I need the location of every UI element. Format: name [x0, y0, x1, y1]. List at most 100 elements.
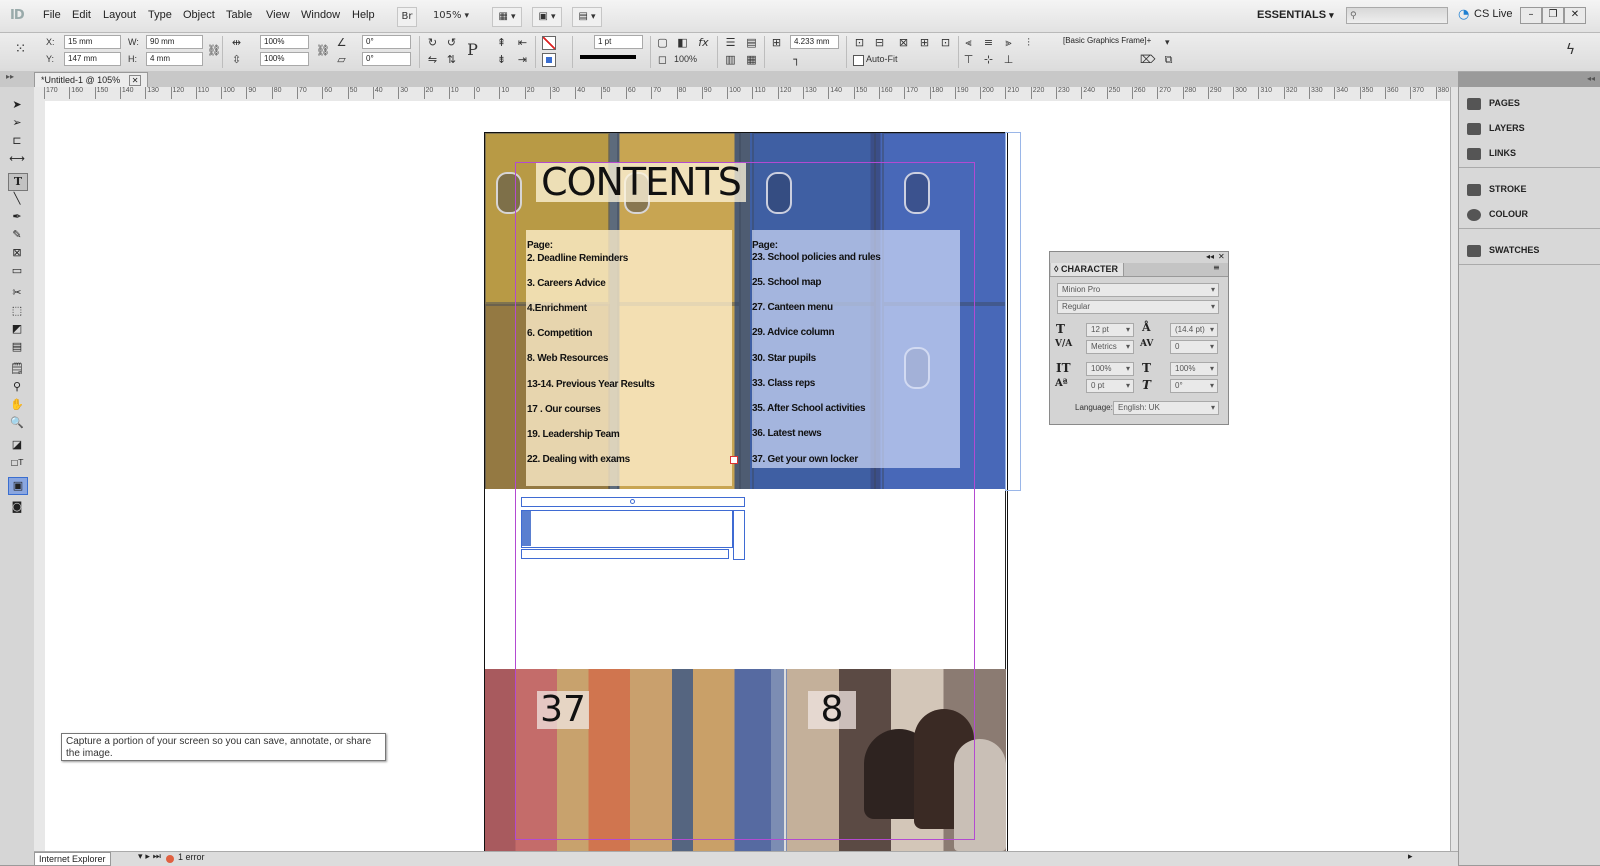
- document-tab[interactable]: *Untitled-1 @ 105% ✕: [34, 72, 149, 88]
- panel-collapse-icon[interactable]: ◂◂: [1206, 252, 1214, 261]
- distribute-icon[interactable]: ⫶: [1022, 36, 1035, 49]
- pencil-tool-icon[interactable]: ✎: [8, 227, 26, 243]
- gradient-feather-tool-icon[interactable]: ▤: [8, 339, 26, 355]
- rectangle-frame-tool-icon[interactable]: ⊠: [8, 245, 26, 261]
- scale-y-field[interactable]: 100%: [260, 52, 309, 66]
- taskbar-internet-explorer[interactable]: Internet Explorer: [34, 852, 111, 866]
- fill-swatch[interactable]: [542, 36, 556, 50]
- text-wrap-jump-icon[interactable]: ▦: [745, 53, 758, 66]
- direct-selection-tool-icon[interactable]: ➢: [8, 115, 26, 131]
- fill-frame-icon[interactable]: ⊠: [897, 36, 910, 49]
- restore-icon[interactable]: ❐: [1542, 7, 1564, 24]
- line-tool-icon[interactable]: ╲: [8, 191, 26, 207]
- align-right-icon[interactable]: ⫸: [1002, 36, 1015, 49]
- empty-text-frame[interactable]: [521, 549, 729, 559]
- close-tab-icon[interactable]: ✕: [128, 75, 142, 86]
- y-position-field[interactable]: 147 mm: [64, 52, 121, 66]
- scissors-tool-icon[interactable]: ✂: [8, 285, 26, 301]
- menu-view[interactable]: View: [266, 9, 290, 21]
- zoom-dropdown[interactable]: 105%: [430, 7, 472, 25]
- select-content-icon[interactable]: ⇟: [495, 53, 508, 66]
- shadow-options-icon[interactable]: ◧: [676, 36, 689, 49]
- swatches-panel-button[interactable]: SWATCHES: [1467, 240, 1593, 260]
- normal-view-icon[interactable]: ▣: [8, 477, 28, 495]
- page-tool-icon[interactable]: ⊏: [8, 133, 26, 149]
- select-next-icon[interactable]: ⇥: [516, 53, 529, 66]
- scroll-right-icon[interactable]: ▸: [1408, 852, 1413, 862]
- flip-vertical-icon[interactable]: ⇅: [445, 53, 458, 66]
- horizontal-scale-field[interactable]: 100%: [1170, 362, 1218, 376]
- center-content-icon[interactable]: ⊡: [939, 36, 952, 49]
- flip-horizontal-icon[interactable]: ⇋: [426, 53, 439, 66]
- menu-edit[interactable]: Edit: [72, 9, 91, 21]
- rotate-cw-icon[interactable]: ↻: [426, 36, 439, 49]
- effects-fx-icon[interactable]: fx: [697, 36, 710, 49]
- close-icon[interactable]: ✕: [1564, 7, 1586, 24]
- style-options-icon[interactable]: ⧉: [1162, 53, 1175, 66]
- constrain-scale-icon[interactable]: ⛓: [316, 44, 330, 57]
- align-left-icon[interactable]: ⫷: [962, 36, 975, 49]
- gap-tool-icon[interactable]: ⟷: [8, 151, 26, 167]
- fit-frame-content-icon[interactable]: ⊟: [873, 36, 886, 49]
- frame-anchor-handle[interactable]: [630, 499, 635, 504]
- language-dropdown[interactable]: English: UK: [1113, 401, 1219, 415]
- rotation-angle-field[interactable]: 0°: [362, 35, 411, 49]
- preview-mode-icon[interactable]: ◙: [8, 499, 26, 515]
- text-wrap-none-icon[interactable]: ☰: [724, 36, 737, 49]
- menu-window[interactable]: Window: [301, 9, 340, 21]
- reference-point-icon[interactable]: ⁙: [14, 42, 27, 56]
- panel-expand-icon[interactable]: ◂◂: [1587, 74, 1595, 83]
- colour-panel-button[interactable]: COLOUR: [1467, 204, 1593, 224]
- baseline-shift-field[interactable]: 0 pt: [1086, 379, 1134, 393]
- corner-options-icon[interactable]: ┐: [790, 53, 803, 66]
- menu-help[interactable]: Help: [352, 9, 375, 21]
- stroke-panel-button[interactable]: STROKE: [1467, 179, 1593, 199]
- kerning-field[interactable]: Metrics: [1086, 340, 1134, 354]
- stroke-swatch[interactable]: [542, 53, 556, 67]
- stroke-type-dropdown[interactable]: [580, 55, 636, 59]
- x-position-field[interactable]: 15 mm: [64, 35, 121, 49]
- scale-x-field[interactable]: 100%: [260, 35, 309, 49]
- text-wrap-shape-icon[interactable]: ▥: [724, 53, 737, 66]
- type-tool-icon[interactable]: T: [8, 173, 28, 191]
- overset-text-icon[interactable]: [730, 456, 738, 464]
- align-center-icon[interactable]: ≡: [982, 36, 995, 49]
- clear-overrides-icon[interactable]: ⌦: [1140, 53, 1156, 66]
- align-middle-icon[interactable]: ⊹: [982, 53, 995, 66]
- pen-tool-icon[interactable]: ✒: [8, 209, 26, 225]
- stroke-weight-field[interactable]: 1 pt: [594, 35, 643, 49]
- gutter-spacing-field[interactable]: 4.233 mm: [790, 35, 839, 49]
- drop-shadow-icon[interactable]: ▢: [656, 36, 669, 49]
- menu-object[interactable]: Object: [183, 9, 215, 21]
- constrain-proportions-icon[interactable]: ⛓: [207, 44, 221, 57]
- fit-proportionally-icon[interactable]: ⊞: [918, 36, 931, 49]
- select-container-icon[interactable]: ⇞: [495, 36, 508, 49]
- preflight-status[interactable]: 1 error: [178, 852, 205, 862]
- menu-table[interactable]: Table: [226, 9, 252, 21]
- character-tab[interactable]: ◊ CHARACTER: [1051, 263, 1124, 276]
- vertical-scale-field[interactable]: 100%: [1086, 362, 1134, 376]
- gradient-swatch-tool-icon[interactable]: ◩: [8, 321, 26, 337]
- links-panel-button[interactable]: LINKS: [1467, 143, 1593, 163]
- object-style-dropdown-arrow[interactable]: ▾: [1165, 37, 1170, 48]
- height-field[interactable]: 4 mm: [146, 52, 203, 66]
- arrange-documents-dropdown[interactable]: ▤: [572, 7, 602, 27]
- view-options-dropdown[interactable]: ▦: [492, 7, 522, 27]
- page-navigation-icon[interactable]: ▾ ▸ ⏭: [138, 852, 161, 862]
- formatting-affects-icon[interactable]: □T: [8, 455, 26, 471]
- align-bottom-icon[interactable]: ⊥: [1002, 53, 1015, 66]
- opacity-value[interactable]: 100%: [674, 54, 697, 64]
- skew-field[interactable]: 0°: [1170, 379, 1218, 393]
- empty-text-frame[interactable]: [521, 510, 733, 548]
- layers-panel-button[interactable]: LAYERS: [1467, 118, 1593, 138]
- eyedropper-tool-icon[interactable]: ⚲: [8, 379, 26, 395]
- leading-field[interactable]: (14.4 pt): [1170, 323, 1218, 337]
- font-size-field[interactable]: 12 pt: [1086, 323, 1134, 337]
- bridge-button[interactable]: Br: [397, 7, 417, 27]
- menu-file[interactable]: File: [43, 9, 61, 21]
- workspace-switcher[interactable]: ESSENTIALS: [1257, 9, 1334, 21]
- menu-type[interactable]: Type: [148, 9, 172, 21]
- font-family-dropdown[interactable]: Minion Pro: [1057, 283, 1219, 297]
- screen-mode-dropdown[interactable]: ▣: [532, 7, 562, 27]
- empty-text-frame[interactable]: [733, 510, 745, 560]
